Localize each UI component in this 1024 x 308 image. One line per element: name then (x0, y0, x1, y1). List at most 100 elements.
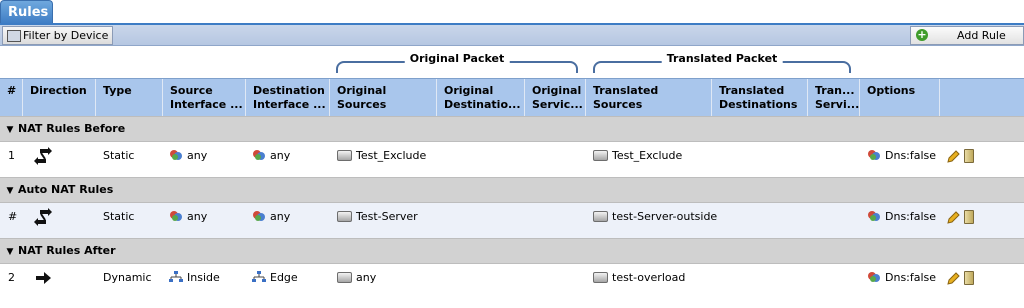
rule-number: 2 (8, 271, 15, 284)
original-sources-value: Test-Server (356, 210, 418, 223)
col-source-interface[interactable]: Source Interface ... (163, 79, 246, 116)
section-title: Auto NAT Rules (18, 183, 114, 196)
interface-icon (252, 271, 266, 282)
server-icon (337, 149, 352, 161)
original-sources-cell: Test_Exclude (337, 142, 426, 177)
add-rule-button[interactable]: + Add Rule (910, 26, 1024, 45)
col-translated-destinations[interactable]: Translated Destinations (712, 79, 808, 116)
destination-interface-cell: any (252, 203, 290, 238)
options-value: Dns:false (885, 210, 937, 223)
section-nat-rules-before[interactable]: ▼ NAT Rules Before (0, 116, 1024, 142)
translated-sources-cell: test-Server-outside (593, 203, 717, 238)
filter-by-device-button[interactable]: Filter by Device (2, 26, 114, 45)
two-way-arrows-icon (34, 147, 52, 165)
section-title: NAT Rules After (18, 244, 116, 257)
col-options[interactable]: Options (860, 79, 940, 116)
collapse-triangle-icon[interactable]: ▼ (2, 240, 18, 264)
destination-interface-cell: Edge (252, 264, 298, 299)
translated-sources-value: test-Server-outside (612, 210, 718, 223)
one-way-arrow-icon (36, 272, 51, 284)
two-way-arrows-icon (34, 208, 52, 226)
translated-sources-cell: test-overload (593, 264, 685, 299)
tab-strip: Rules (0, 0, 1024, 25)
plus-icon: + (916, 28, 928, 41)
options-value: Dns:false (885, 271, 937, 284)
edit-pencil-icon[interactable] (946, 211, 960, 225)
source-interface-value: any (187, 210, 208, 223)
original-sources-cell: any (337, 264, 376, 299)
section-nat-rules-after[interactable]: ▼ NAT Rules After (0, 238, 1024, 264)
col-actions (940, 79, 997, 116)
collapse-triangle-icon[interactable]: ▼ (2, 179, 18, 203)
original-sources-value: Test_Exclude (356, 149, 427, 162)
original-packet-group: Original Packet (336, 52, 578, 74)
network-zone-icon (170, 211, 182, 221)
col-original-destinations[interactable]: Original Destinatio... (437, 79, 525, 116)
network-zone-icon (170, 150, 182, 160)
translated-packet-caption: Translated Packet (661, 52, 783, 65)
destination-interface-value: Edge (270, 271, 298, 284)
delete-trash-icon[interactable] (964, 210, 974, 224)
options-cell: Dns:false (867, 142, 936, 177)
edit-pencil-icon[interactable] (946, 272, 960, 286)
col-original-services[interactable]: Original Servic... (525, 79, 586, 116)
translated-packet-group: Translated Packet (593, 52, 851, 74)
col-number[interactable]: # (0, 79, 23, 116)
network-zone-icon (868, 150, 880, 160)
translated-sources-cell: Test_Exclude (593, 142, 682, 177)
source-interface-cell: Inside (169, 264, 220, 299)
table-row[interactable]: # Static any any Test-Server test-Server… (0, 203, 1024, 238)
rule-type: Static (103, 149, 135, 162)
edit-pencil-icon[interactable] (946, 150, 960, 164)
header-filler (997, 78, 1024, 117)
source-interface-cell: any (169, 203, 207, 238)
table-header: # Direction Type Source Interface ... De… (0, 78, 997, 117)
table-row[interactable]: 1 Static any any Test_Exclude Test_Exclu… (0, 142, 1024, 177)
original-sources-cell: Test-Server (337, 203, 418, 238)
original-sources-value: any (356, 271, 377, 284)
col-direction[interactable]: Direction (23, 79, 96, 116)
network-zone-icon (253, 211, 265, 221)
network-zone-icon (253, 150, 265, 160)
delete-trash-icon[interactable] (964, 271, 974, 285)
section-title: NAT Rules Before (18, 122, 126, 135)
network-zone-icon (868, 211, 880, 221)
tab-rules[interactable]: Rules (0, 0, 53, 24)
destination-interface-cell: any (252, 142, 290, 177)
table-row[interactable]: 2 Dynamic Inside Edge any test-overload … (0, 264, 1024, 299)
add-rule-label: Add Rule (957, 29, 1006, 42)
col-destination-interface[interactable]: Destination Interface ... (246, 79, 330, 116)
server-icon (337, 210, 352, 222)
section-auto-nat-rules[interactable]: ▼ Auto NAT Rules (0, 177, 1024, 203)
server-icon (593, 210, 608, 222)
device-icon (7, 30, 21, 42)
rule-type: Dynamic (103, 271, 152, 284)
server-icon (337, 271, 352, 283)
col-translated-sources[interactable]: Translated Sources (586, 79, 712, 116)
interface-icon (169, 271, 183, 282)
col-type[interactable]: Type (96, 79, 163, 116)
options-value: Dns:false (885, 149, 937, 162)
options-cell: Dns:false (867, 203, 936, 238)
toolbar: Filter by Device + Add Rule (0, 25, 1024, 46)
translated-sources-value: test-overload (612, 271, 686, 284)
options-cell: Dns:false (867, 264, 936, 299)
translated-sources-value: Test_Exclude (612, 149, 683, 162)
col-translated-services[interactable]: Tran... Servi... (808, 79, 860, 116)
rule-type: Static (103, 210, 135, 223)
destination-interface-value: any (270, 149, 291, 162)
original-packet-caption: Original Packet (404, 52, 510, 65)
rule-number: # (8, 210, 18, 223)
source-interface-value: Inside (187, 271, 220, 284)
server-icon (593, 271, 608, 283)
col-original-sources[interactable]: Original Sources (330, 79, 437, 116)
collapse-triangle-icon[interactable]: ▼ (2, 118, 18, 142)
delete-trash-icon[interactable] (964, 149, 974, 163)
network-zone-icon (868, 272, 880, 282)
server-icon (593, 149, 608, 161)
source-interface-cell: any (169, 142, 207, 177)
source-interface-value: any (187, 149, 208, 162)
rule-number: 1 (8, 149, 15, 162)
filter-by-device-label: Filter by Device (23, 29, 109, 42)
destination-interface-value: any (270, 210, 291, 223)
